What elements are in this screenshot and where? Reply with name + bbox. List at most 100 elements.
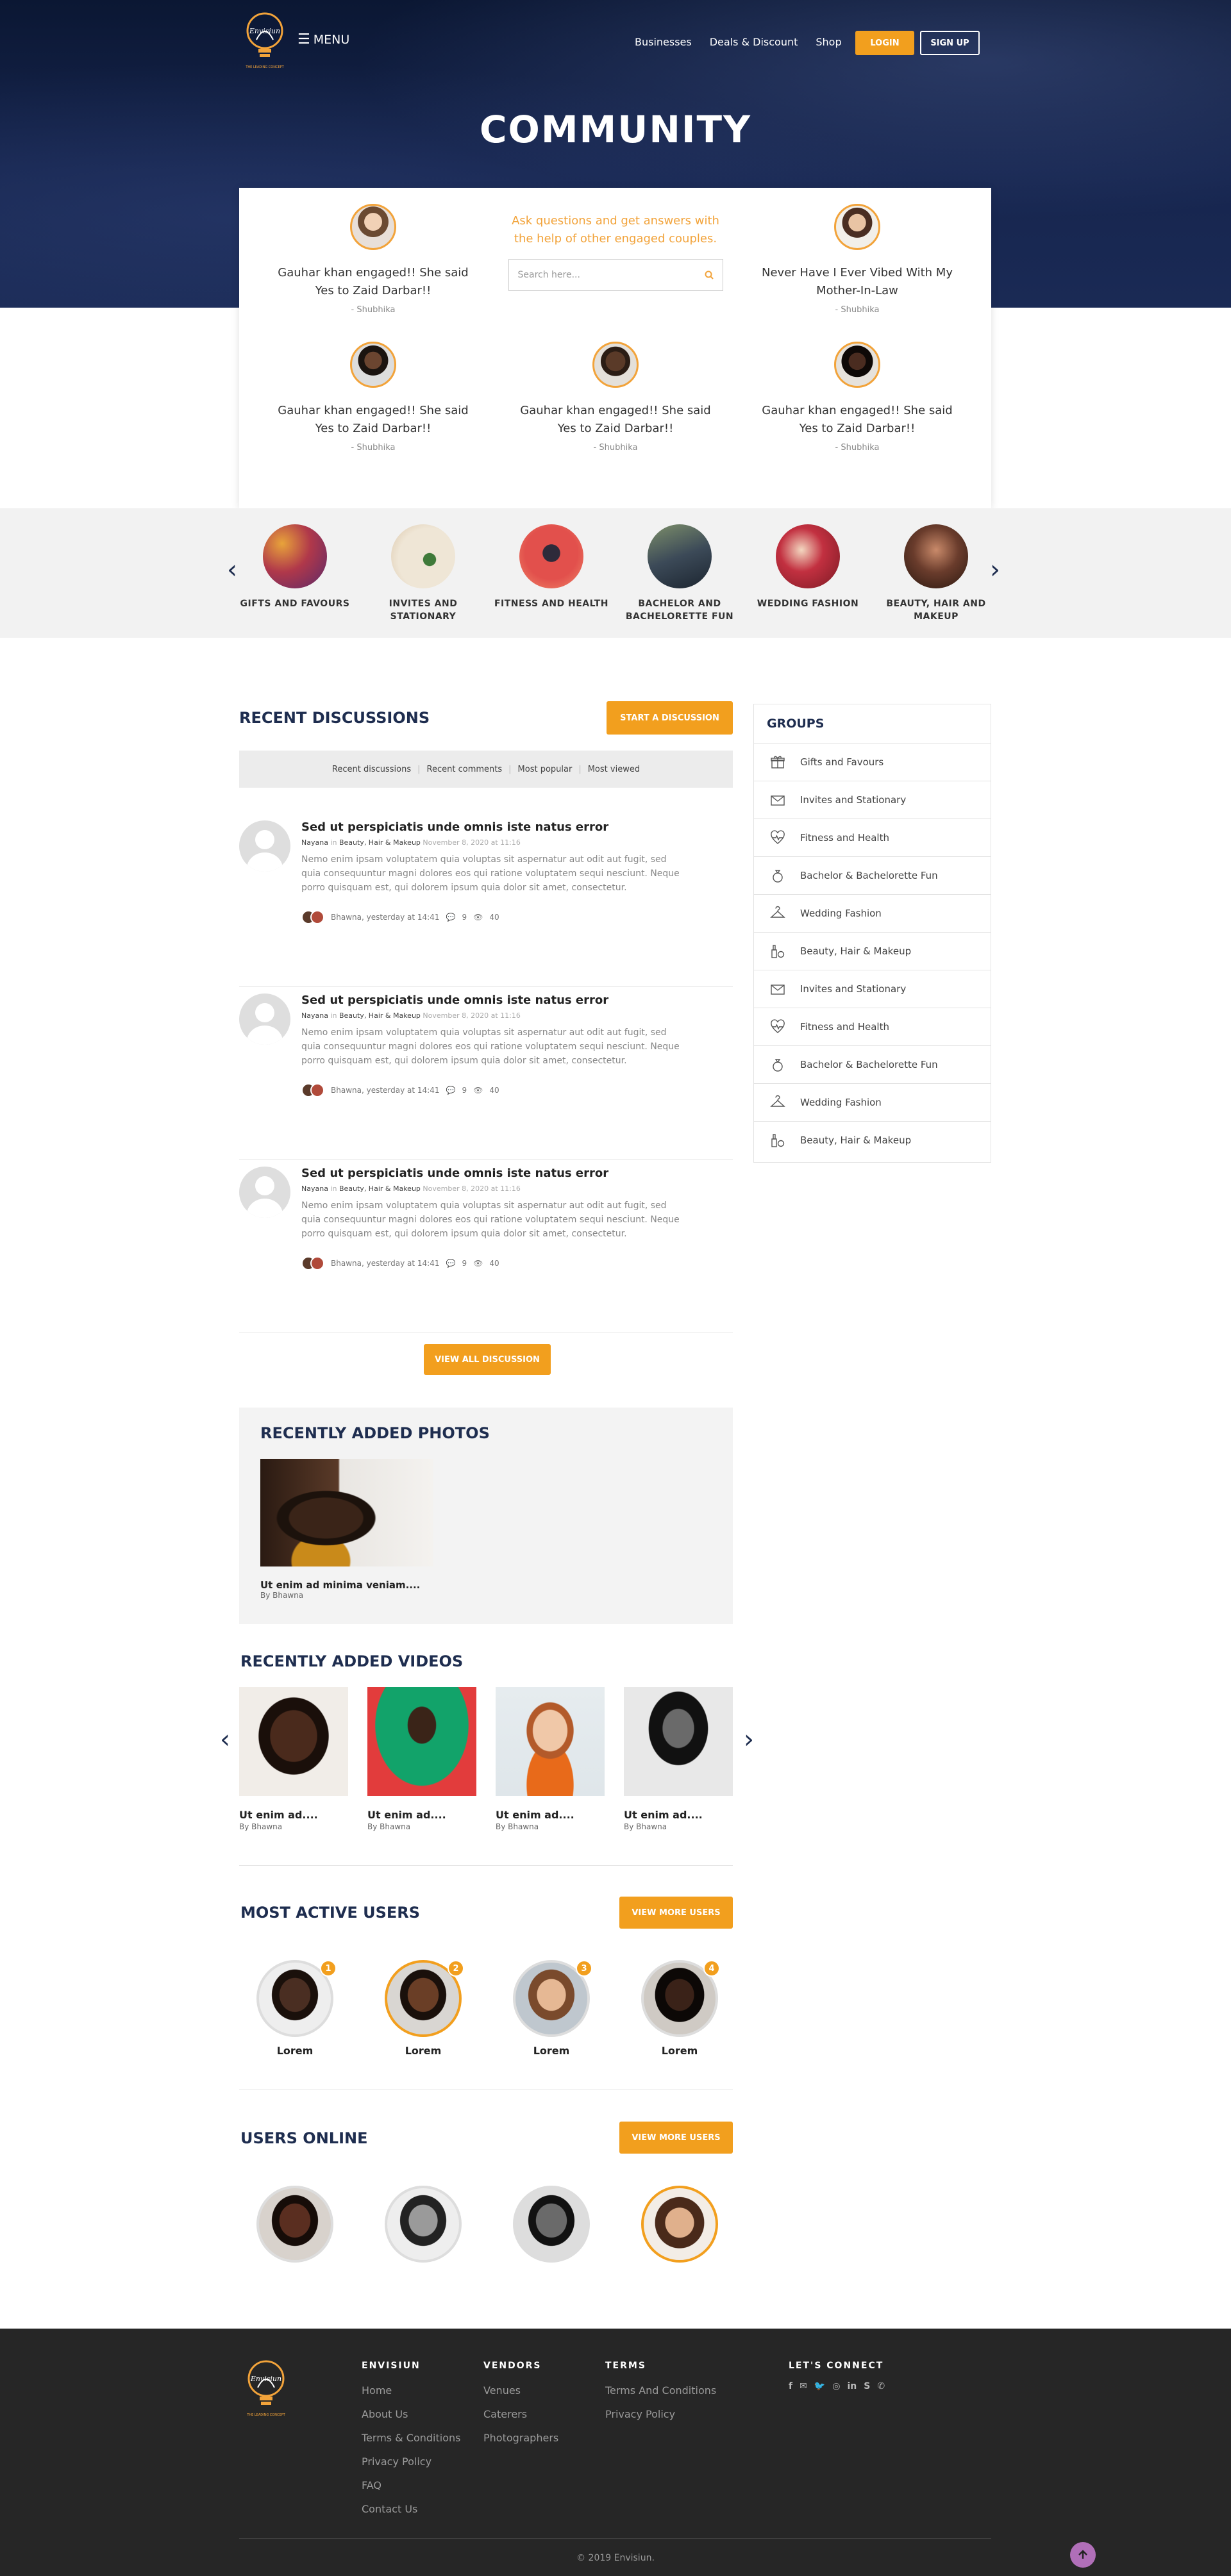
discussion-author[interactable]: Nayana (301, 838, 328, 847)
user-name[interactable]: Lorem (641, 2045, 718, 2057)
footer-link-home[interactable]: Home (362, 2379, 460, 2402)
category-item[interactable]: WEDDING FASHION (750, 524, 866, 610)
group-item[interactable]: Beauty, Hair & Makeup (754, 1121, 991, 1159)
skype-icon[interactable]: S (864, 2381, 870, 2391)
group-item[interactable]: Bachelor & Bachelorette Fun (754, 1045, 991, 1083)
group-item[interactable]: Invites and Stationary (754, 781, 991, 819)
discussion-author[interactable]: Nayana (301, 1184, 328, 1193)
group-item[interactable]: Wedding Fashion (754, 1083, 991, 1121)
story-item[interactable]: Gauhar khan engaged!! She said Yes to Za… (761, 342, 953, 453)
menu-toggle[interactable]: ☰ MENU (297, 31, 349, 47)
user-name[interactable]: Lorem (513, 2045, 590, 2057)
discussion-item[interactable]: Sed ut perspiciatis unde omnis iste natu… (239, 814, 733, 987)
start-discussion-button[interactable]: START A DISCUSSION (607, 701, 733, 735)
videos-next-icon[interactable]: › (744, 1727, 754, 1752)
video-title[interactable]: Ut enim ad.... (624, 1809, 733, 1821)
footer-link-contact[interactable]: Contact Us (362, 2497, 460, 2521)
search-icon[interactable] (705, 270, 714, 279)
footer-col-terms: TERMS Terms And Conditions Privacy Polic… (605, 2361, 716, 2426)
story-item[interactable]: Gauhar khan engaged!! She said Yes to Za… (277, 204, 469, 315)
category-item[interactable]: BEAUTY, HAIR AND MAKEUP (878, 524, 994, 623)
category-item[interactable]: INVITES AND STATIONARY (365, 524, 481, 623)
group-item[interactable]: Fitness and Health (754, 819, 991, 856)
tab-most-viewed[interactable]: Most viewed (588, 765, 640, 774)
discussion-title[interactable]: Sed ut perspiciatis unde omnis iste natu… (301, 993, 608, 1007)
hanger-icon (769, 1094, 786, 1111)
linkedin-icon[interactable]: in (847, 2381, 857, 2391)
story-item[interactable]: Never Have I Ever Vibed With My Mother-I… (761, 204, 953, 315)
footer-link-faq[interactable]: FAQ (362, 2473, 460, 2497)
signup-button[interactable]: SIGN UP (920, 31, 980, 55)
discussion-author[interactable]: Nayana (301, 1011, 328, 1020)
group-item[interactable]: Wedding Fashion (754, 894, 991, 932)
photo-title[interactable]: Ut enim ad minima veniam.... (260, 1579, 420, 1591)
footer-link-privacy[interactable]: Privacy Policy (362, 2450, 460, 2473)
discussion-category[interactable]: Beauty, Hair & Makeup (339, 838, 421, 847)
discussion-category[interactable]: Beauty, Hair & Makeup (339, 1011, 421, 1020)
discussion-item[interactable]: Sed ut perspiciatis unde omnis iste natu… (239, 987, 733, 1160)
whatsapp-icon[interactable]: ✆ (877, 2381, 885, 2391)
online-user-avatar[interactable] (641, 2186, 718, 2263)
view-more-active-users-button[interactable]: VIEW MORE USERS (619, 1897, 733, 1929)
category-item[interactable]: BACHELOR AND BACHELORETTE FUN (622, 524, 737, 623)
tab-recent-discussions[interactable]: Recent discussions (332, 765, 411, 774)
category-item[interactable]: GIFTS AND FAVOURS (237, 524, 353, 610)
discussion-category[interactable]: Beauty, Hair & Makeup (339, 1184, 421, 1193)
story-item[interactable]: Gauhar khan engaged!! She said Yes to Za… (277, 342, 469, 453)
discussion-item[interactable]: Sed ut perspiciatis unde omnis iste natu… (239, 1160, 733, 1333)
carousel-prev-icon[interactable]: ‹ (227, 557, 237, 583)
view-all-discussion-button[interactable]: VIEW ALL DISCUSSION (424, 1344, 551, 1375)
online-user-avatar[interactable] (256, 2186, 333, 2263)
footer-link-terms-conditions[interactable]: Terms And Conditions (605, 2379, 716, 2402)
email-icon[interactable]: ✉ (800, 2381, 807, 2391)
video-title[interactable]: Ut enim ad.... (239, 1809, 348, 1821)
online-user-avatar[interactable] (513, 2186, 590, 2263)
footer-logo[interactable]: Envisiun THE LEADING CONCEPT (244, 2359, 289, 2417)
footer-link-terms[interactable]: Terms & Conditions (362, 2426, 460, 2450)
footer-link-caterers[interactable]: Caterers (483, 2402, 558, 2426)
online-user-avatar[interactable] (385, 2186, 462, 2263)
user-name[interactable]: Lorem (385, 2045, 462, 2057)
tab-most-popular[interactable]: Most popular (518, 765, 573, 774)
photo-thumbnail[interactable] (260, 1459, 433, 1566)
discussion-body: Nemo enim ipsam voluptatem quia voluptas… (301, 854, 680, 893)
video-item[interactable]: Ut enim ad.... By Bhawna (496, 1687, 605, 1831)
group-item[interactable]: Fitness and Health (754, 1008, 991, 1045)
group-item[interactable]: Invites and Stationary (754, 970, 991, 1008)
instagram-icon[interactable]: ◎ (832, 2381, 840, 2391)
search-box[interactable]: Search here... (508, 259, 723, 291)
footer-link-venues[interactable]: Venues (483, 2379, 558, 2402)
discussion-title[interactable]: Sed ut perspiciatis unde omnis iste natu… (301, 820, 608, 834)
footer-link-about[interactable]: About Us (362, 2402, 460, 2426)
site-logo[interactable]: Envisiun THE LEADING CONCEPT (242, 12, 287, 76)
nav-deals[interactable]: Deals & Discount (710, 36, 798, 48)
carousel-next-icon[interactable]: › (990, 557, 1000, 583)
group-item[interactable]: Gifts and Favours (754, 743, 991, 781)
view-more-online-users-button[interactable]: VIEW MORE USERS (619, 2122, 733, 2154)
user-name[interactable]: Lorem (256, 2045, 333, 2057)
videos-prev-icon[interactable]: ‹ (220, 1727, 230, 1752)
nav-businesses[interactable]: Businesses (635, 36, 692, 48)
discussions-title: RECENT DISCUSSIONS (239, 709, 430, 727)
story-item[interactable]: Gauhar khan engaged!! She said Yes to Za… (519, 342, 712, 453)
facebook-icon[interactable]: f (789, 2381, 792, 2391)
login-button[interactable]: LOGIN (855, 31, 914, 55)
scroll-to-top-button[interactable] (1070, 2542, 1096, 2568)
search-input[interactable]: Search here... (518, 270, 580, 280)
discussion-title[interactable]: Sed ut perspiciatis unde omnis iste natu… (301, 1167, 608, 1180)
online-users-title: USERS ONLINE (240, 2129, 368, 2147)
nav-shop[interactable]: Shop (816, 36, 841, 48)
discussion-footer: Bhawna, yesterday at 14:41 💬 9 👁 40 (301, 1083, 499, 1097)
group-item[interactable]: Bachelor & Bachelorette Fun (754, 856, 991, 894)
video-item[interactable]: Ut enim ad.... By Bhawna (624, 1687, 733, 1831)
tab-recent-comments[interactable]: Recent comments (427, 765, 503, 774)
video-title[interactable]: Ut enim ad.... (367, 1809, 476, 1821)
footer-link-privacy-policy[interactable]: Privacy Policy (605, 2402, 716, 2426)
twitter-icon[interactable]: 🐦 (814, 2381, 825, 2391)
video-title[interactable]: Ut enim ad.... (496, 1809, 605, 1821)
category-item[interactable]: FITNESS AND HEALTH (494, 524, 609, 610)
footer-link-photographers[interactable]: Photographers (483, 2426, 558, 2450)
video-item[interactable]: Ut enim ad.... By Bhawna (367, 1687, 476, 1831)
video-item[interactable]: Ut enim ad.... By Bhawna (239, 1687, 348, 1831)
group-item[interactable]: Beauty, Hair & Makeup (754, 932, 991, 970)
